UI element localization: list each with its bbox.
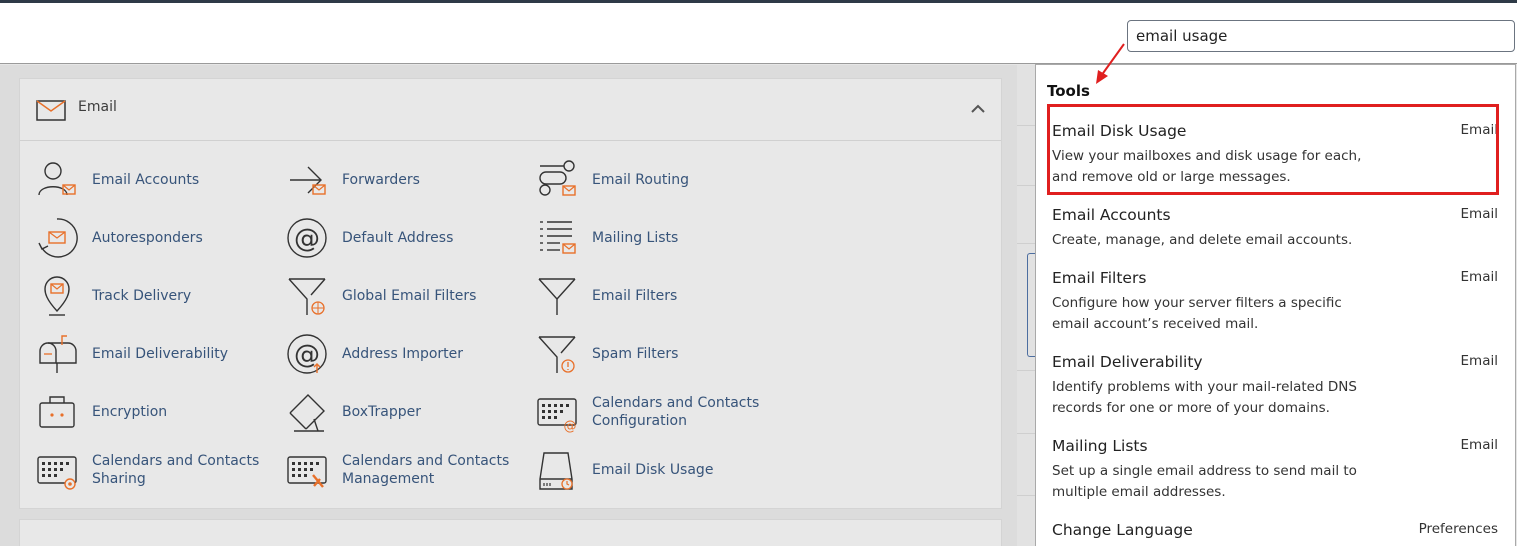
tool-label: Email Disk Usage (592, 462, 714, 478)
email-routing-icon (539, 160, 576, 196)
result-title: Email Accounts (1052, 206, 1171, 224)
next-section-panel (19, 519, 1002, 546)
result-description: Set up a single email address to send ma… (1052, 463, 1357, 500)
result-category: Email (1460, 206, 1498, 222)
forwarders-icon (290, 166, 326, 195)
tool-label: Calendars and Contacts Configuration (592, 395, 760, 429)
tool-label: Global Email Filters (342, 288, 477, 304)
result-category: Email (1460, 437, 1498, 453)
result-category: Email (1460, 269, 1498, 285)
encryption-icon (39, 396, 75, 428)
calendars-config-icon: @ (537, 398, 577, 433)
svg-text:@: @ (294, 224, 320, 254)
tool-label: Mailing Lists (592, 230, 679, 246)
result-description: Configure how your server filters a spec… (1052, 295, 1342, 332)
email-disk-usage-icon (539, 452, 573, 490)
annotation-arrow-icon (1096, 43, 1125, 84)
tool-label: Spam Filters (592, 346, 679, 362)
tool-email-disk-usage[interactable]: Email Disk Usage (536, 449, 772, 491)
default-address-icon: @ (287, 218, 327, 258)
tool-label: Calendars and Contacts Management (342, 453, 510, 487)
spam-filters-icon (538, 336, 576, 373)
result-title: Email Deliverability (1052, 353, 1203, 371)
tool-label: Forwarders (342, 172, 420, 188)
tool-email-routing[interactable]: Email Routing (536, 159, 772, 201)
tool-mailing-lists[interactable]: Mailing Lists (536, 217, 772, 259)
result-title: Change Language (1052, 521, 1193, 539)
result-category: Email (1460, 353, 1498, 369)
address-importer-icon: @ (287, 334, 327, 374)
tool-calendars-sharing[interactable]: Calendars and Contacts Sharing (36, 449, 272, 491)
tool-label: Email Deliverability (92, 346, 229, 362)
result-description: Identify problems with your mail-related… (1052, 379, 1357, 416)
email-section-panel: Email Email Accounts Forwarders Email Ro… (19, 78, 1002, 509)
tool-email-accounts[interactable]: Email Accounts (36, 159, 272, 201)
svg-text:@: @ (564, 419, 577, 433)
section-title: Email (78, 99, 117, 115)
global-email-filters-icon (288, 278, 326, 315)
result-description: Create, manage, and delete email account… (1052, 232, 1353, 248)
tool-calendars-management[interactable]: Calendars and Contacts Management (286, 449, 522, 491)
results-heading: Tools (1047, 82, 1090, 100)
calendars-sharing-icon (37, 456, 77, 490)
tool-autoresponders[interactable]: Autoresponders (36, 217, 272, 259)
email-section-header[interactable]: Email (20, 79, 1001, 141)
mailing-lists-icon (540, 221, 576, 254)
email-filters-icon (538, 278, 576, 315)
tool-track-delivery[interactable]: Track Delivery (36, 275, 272, 317)
header-bar: email usage (0, 3, 1517, 64)
tool-label: Address Importer (342, 346, 464, 362)
autoresponders-icon (38, 218, 78, 258)
tool-label: Email Routing (592, 172, 689, 188)
boxtrapper-icon (289, 394, 325, 432)
tool-label: Calendars and Contacts Sharing (92, 453, 260, 487)
email-accounts-icon (38, 162, 76, 196)
tool-encryption[interactable]: Encryption (36, 391, 272, 433)
tool-label: Autoresponders (92, 230, 203, 246)
tool-spam-filters[interactable]: Spam Filters (536, 333, 772, 375)
envelope-icon (36, 100, 66, 121)
result-title: Email Filters (1052, 269, 1147, 287)
right-sidebar-edge (1017, 65, 1041, 546)
tool-calendars-config[interactable]: @ Calendars and Contacts Configuration (536, 391, 772, 433)
search-results-dropdown: Tools Email Disk Usage Email View your m… (1035, 64, 1516, 546)
email-deliverability-icon (39, 335, 77, 373)
result-title: Mailing Lists (1052, 437, 1148, 455)
tool-email-filters[interactable]: Email Filters (536, 275, 772, 317)
tool-label: Encryption (92, 404, 168, 420)
tool-boxtrapper[interactable]: BoxTrapper (286, 391, 522, 433)
result-category: Preferences (1418, 521, 1498, 537)
highlight-box (1047, 104, 1499, 195)
search-input[interactable]: email usage (1127, 20, 1515, 52)
tool-label: Email Accounts (92, 172, 200, 188)
tool-label: Email Filters (592, 288, 678, 304)
tool-default-address[interactable]: @ Default Address (286, 217, 522, 259)
tool-address-importer[interactable]: @ Address Importer (286, 333, 522, 375)
tool-forwarders[interactable]: Forwarders (286, 159, 522, 201)
tool-label: BoxTrapper (342, 404, 421, 420)
tool-email-deliverability[interactable]: Email Deliverability (36, 333, 272, 375)
tool-global-email-filters[interactable]: Global Email Filters (286, 275, 522, 317)
chevron-up-icon[interactable] (970, 101, 986, 117)
calendars-management-icon (287, 456, 327, 488)
tool-label: Track Delivery (92, 288, 192, 304)
track-delivery-icon (44, 276, 70, 316)
tool-label: Default Address (342, 230, 454, 246)
